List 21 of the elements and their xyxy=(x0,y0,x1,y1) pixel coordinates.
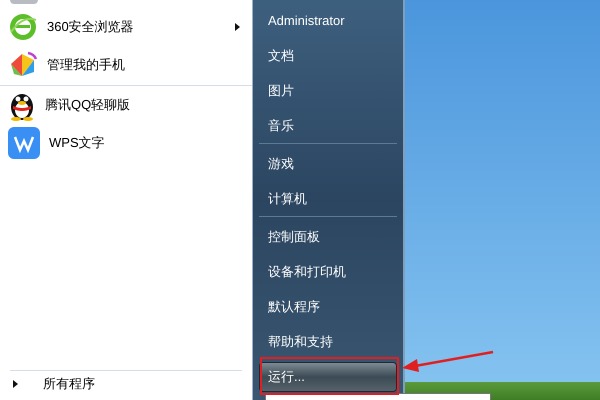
expand-arrow-icon xyxy=(13,380,18,388)
start-menu-link[interactable]: 图片 xyxy=(259,76,397,106)
program-item[interactable]: 管理我的手机 xyxy=(0,46,252,86)
start-menu-link[interactable]: Administrator xyxy=(259,6,397,36)
start-menu-link[interactable]: 控制面板 xyxy=(259,222,397,252)
submenu-arrow-icon xyxy=(235,23,240,31)
start-menu-link[interactable]: 文档 xyxy=(259,41,397,71)
start-menu-link[interactable]: 游戏 xyxy=(259,149,397,179)
start-menu-link[interactable]: 运行... xyxy=(259,362,397,392)
browser-icon xyxy=(8,12,38,42)
program-item[interactable]: 腾讯QQ轻聊版 xyxy=(0,86,252,124)
start-menu-link[interactable]: 音乐 xyxy=(259,111,397,144)
start-menu-link[interactable]: 默认程序 xyxy=(259,292,397,322)
all-programs-item[interactable]: 所有程序 xyxy=(0,374,95,394)
start-menu-link[interactable]: 设备和打印机 xyxy=(259,257,397,287)
writer-app-icon xyxy=(8,127,40,159)
start-menu-link[interactable]: 帮助和支持 xyxy=(259,327,397,357)
cut-off-icon xyxy=(10,0,38,4)
program-item[interactable]: 360安全浏览器 xyxy=(0,8,252,46)
program-item[interactable]: WPS文字 xyxy=(0,124,252,162)
start-menu-link[interactable]: 计算机 xyxy=(259,184,397,217)
